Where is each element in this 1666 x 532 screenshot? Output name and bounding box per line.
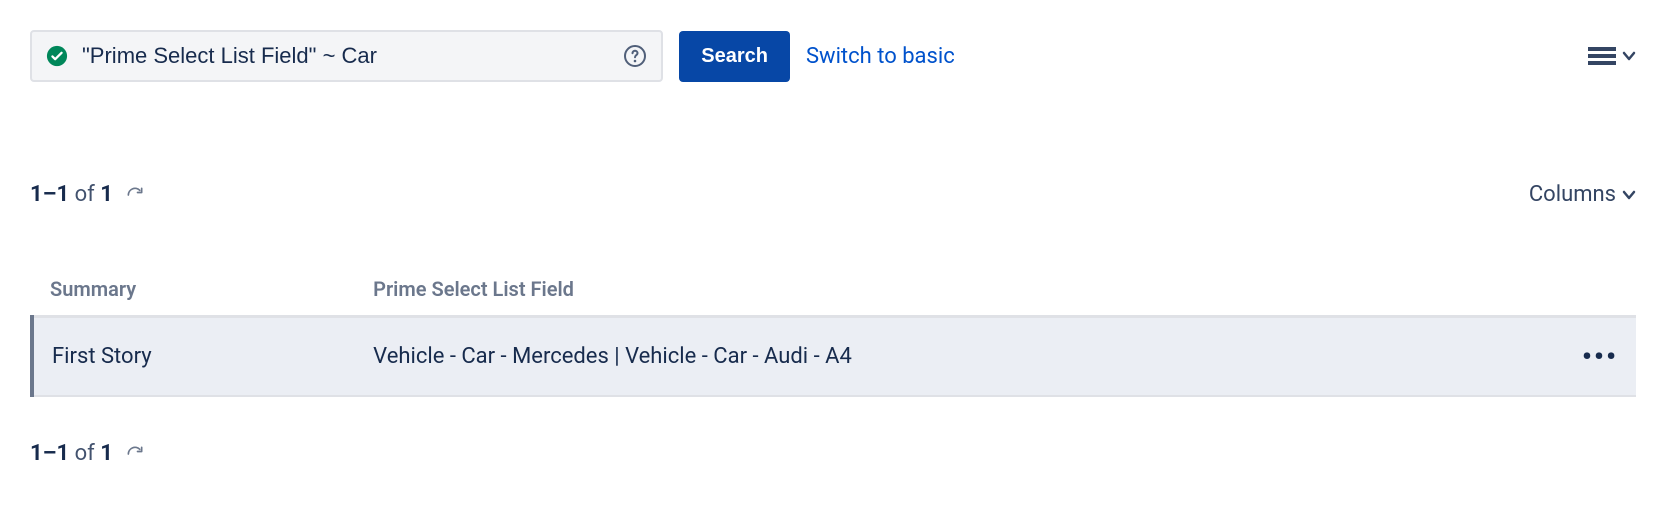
search-button[interactable]: Search [679, 31, 790, 82]
row-actions-button[interactable]: ••• [1564, 317, 1636, 397]
col-field-header[interactable]: Prime Select List Field [355, 267, 1564, 317]
results-table: Summary Prime Select List Field First St… [30, 267, 1636, 397]
help-icon[interactable] [623, 44, 647, 68]
table-row[interactable]: First Story Vehicle - Car - Mercedes | V… [32, 317, 1636, 397]
refresh-icon-bottom[interactable] [125, 444, 145, 464]
cell-field: Vehicle - Car - Mercedes | Vehicle - Car… [355, 317, 1564, 397]
pagination-range: 1–1 of 1 [30, 182, 113, 207]
columns-dropdown[interactable]: Columns [1529, 182, 1636, 207]
columns-label: Columns [1529, 182, 1616, 207]
col-actions-header [1564, 267, 1636, 317]
refresh-icon[interactable] [125, 185, 145, 205]
switch-to-basic-link[interactable]: Switch to basic [806, 44, 955, 69]
jql-input[interactable] [80, 42, 623, 70]
cell-summary[interactable]: First Story [32, 317, 355, 397]
more-icon: ••• [1582, 340, 1618, 373]
jql-input-container[interactable] [30, 30, 663, 82]
view-switcher-button[interactable] [1588, 45, 1636, 67]
pagination-range-bottom: 1–1 of 1 [30, 441, 113, 466]
col-summary-header[interactable]: Summary [32, 267, 355, 317]
check-circle-icon [46, 45, 68, 67]
